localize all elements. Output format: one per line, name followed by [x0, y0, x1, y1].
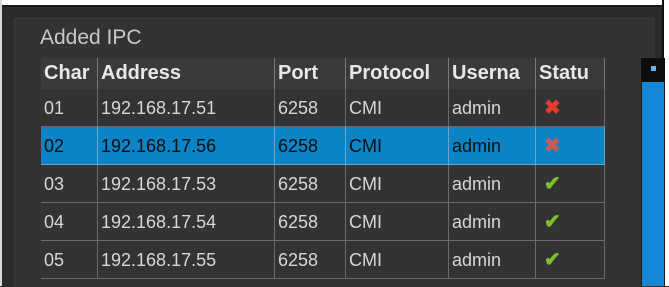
cell-channel: 01 [41, 89, 98, 127]
x-mark-icon: ✖ [544, 135, 561, 157]
cell-channel: 02 [41, 127, 98, 165]
cell-channel: 05 [41, 241, 98, 279]
x-mark-icon: ✖ [544, 97, 561, 119]
table-row[interactable]: 05 192.168.17.55 6258 CMI admin ✔ [41, 241, 605, 279]
cell-username: admin [449, 89, 536, 127]
cell-port: 6258 [275, 89, 346, 127]
cell-address: 192.168.17.55 [98, 241, 275, 279]
table-row[interactable]: 01 192.168.17.51 6258 CMI admin ✖ [41, 89, 605, 127]
cell-username: admin [449, 241, 536, 279]
scroll-thumb[interactable] [642, 82, 664, 286]
col-header-status[interactable]: Statu [536, 58, 605, 89]
table-header: Char Address Port Protocol Userna Statu [41, 58, 605, 89]
col-header-port[interactable]: Port [275, 58, 346, 89]
cell-protocol: CMI [346, 165, 449, 203]
table-row-selected[interactable]: 02 192.168.17.56 6258 CMI admin ✖ [41, 127, 605, 165]
window-top-border [0, 0, 669, 7]
cell-channel: 04 [41, 203, 98, 241]
cell-status: ✔ [536, 203, 605, 241]
cell-username: admin [449, 165, 536, 203]
scroll-up-button[interactable] [641, 58, 665, 82]
panel-title: Added IPC [40, 26, 142, 49]
cell-protocol: CMI [346, 241, 449, 279]
cell-port: 6258 [275, 165, 346, 203]
cell-address: 192.168.17.54 [98, 203, 275, 241]
cell-status: ✔ [536, 241, 605, 279]
cell-address: 192.168.17.56 [98, 127, 275, 165]
col-header-channel[interactable]: Char [41, 58, 98, 89]
cell-address: 192.168.17.53 [98, 165, 275, 203]
cell-status: ✔ [536, 165, 605, 203]
cell-status: ✖ [536, 89, 605, 127]
checkmark-icon: ✔ [544, 249, 561, 271]
cell-address: 192.168.17.51 [98, 89, 275, 127]
cell-status: ✖ [536, 127, 605, 165]
cell-port: 6258 [275, 241, 346, 279]
col-header-protocol[interactable]: Protocol [346, 58, 449, 89]
cell-protocol: CMI [346, 203, 449, 241]
cell-channel: 03 [41, 165, 98, 203]
window-left-border [0, 0, 2, 286]
col-header-address[interactable]: Address [98, 58, 275, 89]
checkmark-icon: ✔ [544, 211, 561, 233]
table-row[interactable]: 04 192.168.17.54 6258 CMI admin ✔ [41, 203, 605, 241]
cell-port: 6258 [275, 127, 346, 165]
cell-username: admin [449, 203, 536, 241]
cell-username: admin [449, 127, 536, 165]
scroll-up-icon [651, 66, 656, 71]
table-row[interactable]: 03 192.168.17.53 6258 CMI admin ✔ [41, 165, 605, 203]
cell-protocol: CMI [346, 127, 449, 165]
vertical-scrollbar[interactable] [641, 58, 665, 286]
col-header-username[interactable]: Userna [449, 58, 536, 89]
cell-protocol: CMI [346, 89, 449, 127]
checkmark-icon: ✔ [544, 173, 561, 195]
cell-port: 6258 [275, 203, 346, 241]
